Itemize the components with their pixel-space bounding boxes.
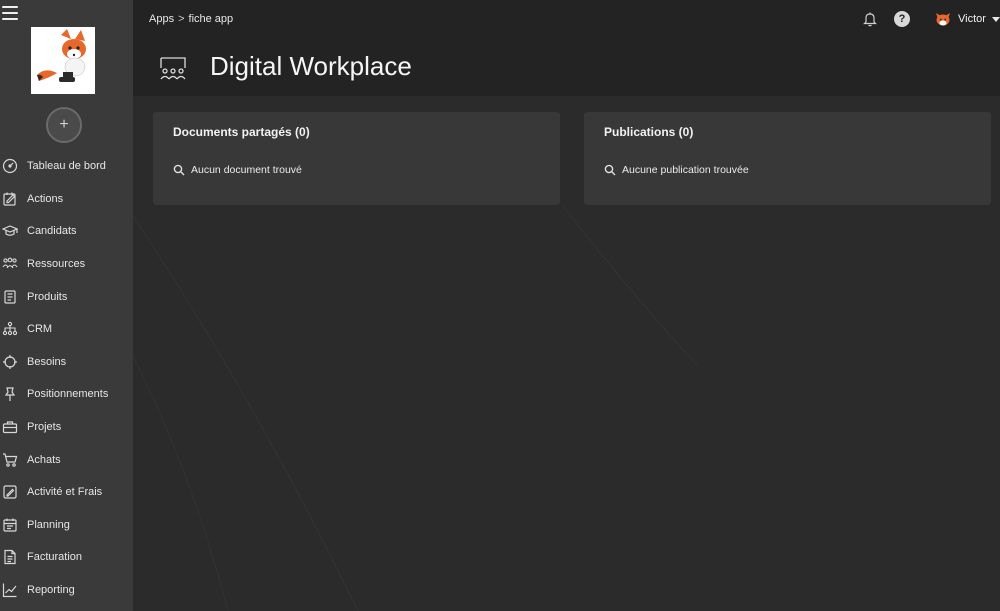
sidebar-item-achats[interactable]: Achats — [0, 443, 133, 476]
activity-edit-icon — [3, 485, 17, 499]
documents-card: Documents partagés (0) Aucun document tr… — [153, 112, 560, 205]
chart-line-icon — [2, 583, 17, 598]
actions-edit-icon — [3, 192, 16, 206]
sidebar-item-positionnements[interactable]: Positionnements — [0, 378, 133, 411]
main-content: Documents partagés (0) Aucun document tr… — [133, 96, 1000, 611]
sidebar-item-label: Achats — [27, 453, 61, 466]
publications-empty-text: Aucune publication trouvée — [622, 164, 749, 176]
sidebar-item-produits[interactable]: Produits — [0, 280, 133, 313]
sidebar-item-label: Reporting — [27, 584, 75, 597]
sidebar-item-besoins[interactable]: Besoins — [0, 346, 133, 379]
search-icon — [173, 164, 185, 176]
chevron-down-icon — [991, 16, 1000, 22]
sidebar-item-label: Planning — [27, 518, 70, 531]
sidebar-item-label: Projets — [27, 421, 62, 434]
sidebar-item-label: Positionnements — [27, 388, 109, 401]
target-icon — [3, 354, 17, 369]
sidebar-item-candidats[interactable]: Candidats — [0, 215, 133, 248]
dashboard-gauge-icon — [2, 159, 18, 174]
publications-empty-state: Aucune publication trouvée — [604, 164, 749, 176]
topbar: Apps > fiche app ? Victor — [133, 0, 1000, 38]
hamburger-menu-icon[interactable] — [2, 6, 18, 20]
sidebar-item-activite-et-frais[interactable]: Activité et Frais — [0, 476, 133, 509]
publications-card-title: Publications (0) — [604, 125, 694, 139]
calendar-icon — [3, 518, 17, 532]
documents-card-title: Documents partagés (0) — [173, 125, 310, 139]
breadcrumb-apps-link[interactable]: Apps — [149, 13, 174, 25]
cart-icon — [3, 453, 18, 467]
product-doc-icon — [4, 290, 16, 304]
add-button[interactable]: + — [46, 107, 82, 143]
fox-avatar-icon — [936, 13, 950, 26]
sidebar-item-facturation[interactable]: Facturation — [0, 541, 133, 574]
breadcrumb-separator: > — [178, 13, 185, 25]
help-icon[interactable]: ? — [894, 11, 910, 27]
search-icon — [604, 164, 616, 176]
sidebar-item-label: Candidats — [27, 225, 77, 238]
pin-icon — [4, 387, 16, 402]
sidebar-item-label: Produits — [27, 290, 68, 303]
crm-network-icon — [2, 322, 18, 336]
breadcrumb: Apps > fiche app — [149, 13, 233, 25]
publications-card: Publications (0) Aucune publication trou… — [584, 112, 991, 205]
sidebar-item-crm[interactable]: CRM — [0, 313, 133, 346]
sidebar-item-label: Facturation — [27, 551, 83, 564]
sidebar-item-label: Actions — [27, 192, 64, 205]
breadcrumb-current: fiche app — [188, 13, 234, 25]
sidebar-item-label: Besoins — [27, 355, 67, 368]
sidebar-item-label: Ressources — [27, 258, 86, 271]
sidebar-item-actions[interactable]: Actions — [0, 183, 133, 216]
sidebar-item-label: Tableau de bord — [27, 160, 106, 173]
invoice-icon — [4, 550, 16, 565]
sidebar: + Tableau de bord Actions Candidats Ress… — [0, 0, 133, 611]
page-header: Digital Workplace — [133, 38, 1000, 96]
page-title: Digital Workplace — [210, 51, 412, 81]
people-group-icon — [2, 257, 18, 269]
graduation-cap-icon — [2, 225, 18, 237]
sidebar-item-label: Activité et Frais — [27, 486, 103, 499]
bell-icon[interactable] — [862, 11, 878, 27]
documents-empty-state: Aucun document trouvé — [173, 164, 302, 176]
briefcase-icon — [2, 421, 18, 434]
company-logo — [31, 27, 95, 94]
sidebar-item-planning[interactable]: Planning — [0, 509, 133, 542]
workplace-people-icon — [160, 57, 186, 80]
documents-empty-text: Aucun document trouvé — [191, 164, 302, 176]
sidebar-item-label: CRM — [27, 323, 53, 336]
sidebar-item-projets[interactable]: Projets — [0, 411, 133, 444]
sidebar-nav: Tableau de bord Actions Candidats Ressou… — [0, 150, 133, 606]
sidebar-item-tableau-de-bord[interactable]: Tableau de bord — [0, 150, 133, 183]
sidebar-item-reporting[interactable]: Reporting — [0, 574, 133, 607]
user-menu[interactable]: Victor — [934, 10, 1000, 28]
user-name: Victor — [958, 13, 986, 25]
sidebar-item-ressources[interactable]: Ressources — [0, 248, 133, 281]
